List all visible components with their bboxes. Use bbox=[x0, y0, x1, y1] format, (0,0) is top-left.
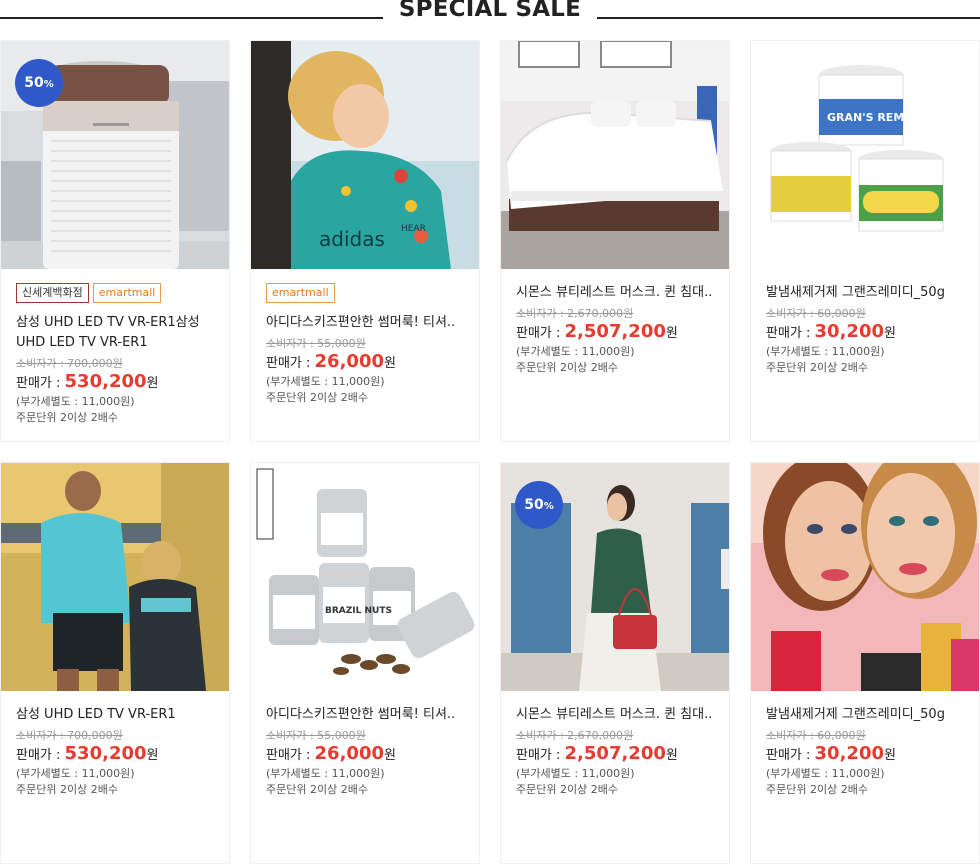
product-image[interactable] bbox=[751, 463, 979, 691]
product-image[interactable]: 50% bbox=[501, 463, 729, 691]
sale-price-row: 판매가 : 530,200원 bbox=[16, 743, 214, 767]
product-image[interactable]: 50% bbox=[1, 41, 229, 269]
vat-note: (부가세별도 : 11,000원) bbox=[516, 767, 635, 780]
sale-price-row: 판매가 : 2,507,200원 bbox=[516, 321, 714, 345]
sale-price-row: 판매가 : 30,200원 bbox=[766, 321, 964, 345]
sale-label: 판매가 : bbox=[16, 748, 65, 763]
order-unit: 주문단위 2이상 2배수 bbox=[16, 411, 118, 424]
store-tag-emartmall[interactable]: emartmall bbox=[92, 283, 162, 303]
product-card[interactable]: 50% 시몬스 뷰티레스트 머스크. 퀸 침대.. 소비자가 : 2,670,0… bbox=[501, 463, 729, 863]
product-card[interactable]: GRAN'S REMEDY 발냄새제거제 그랜즈레미디_50g 소비자가 : 6… bbox=[751, 41, 979, 441]
product-image[interactable] bbox=[1, 463, 229, 691]
currency-unit: 원 bbox=[146, 748, 159, 763]
product-image[interactable]: adidas HEAR bbox=[251, 41, 479, 269]
store-tag-shinsegae[interactable]: 신세계백화점 bbox=[16, 283, 89, 303]
shirt-brand-text: adidas bbox=[319, 227, 385, 251]
sale-label: 판매가 : bbox=[766, 326, 815, 341]
vat-note: (부가세별도 : 11,000원) bbox=[266, 767, 385, 780]
section-title: SPECIAL SALE bbox=[398, 0, 582, 22]
sale-price-row: 판매가 : 30,200원 bbox=[766, 743, 964, 767]
discount-badge: 50% bbox=[515, 481, 563, 529]
currency-unit: 원 bbox=[665, 326, 678, 341]
product-name[interactable]: 삼성 UHD LED TV VR-ER1삼성 UHD LED TV VR-ER1 bbox=[16, 313, 214, 353]
order-unit: 주문단위 2이상 2배수 bbox=[766, 361, 868, 374]
product-card[interactable]: BRAZIL NUTS 아디다스키즈편안한 썸머룩! 티셔.. 소비자가 : 5… bbox=[251, 463, 479, 863]
currency-unit: 원 bbox=[384, 748, 396, 763]
jar-label-brand: GRAN'S REMEDY bbox=[827, 111, 929, 124]
sale-price-row: 판매가 : 2,507,200원 bbox=[516, 743, 714, 767]
msrp-price: 소비자가 : 60,000원 bbox=[766, 307, 866, 320]
sale-label: 판매가 : bbox=[516, 748, 565, 763]
order-unit: 주문단위 2이상 2배수 bbox=[766, 783, 868, 796]
order-unit: 주문단위 2이상 2배수 bbox=[516, 783, 618, 796]
shirt-print-text: HEAR bbox=[401, 224, 426, 234]
sale-price: 530,200 bbox=[64, 371, 147, 392]
sale-label: 판매가 : bbox=[516, 326, 565, 341]
sale-price: 530,200 bbox=[64, 743, 147, 764]
product-card[interactable]: 50% 신세계백화점 emartmall 삼성 UHD LED TV VR-ER… bbox=[1, 41, 229, 441]
product-name[interactable]: 발냄새제거제 그랜즈레미디_50g bbox=[766, 283, 964, 303]
sale-price: 26,000 bbox=[314, 351, 384, 372]
currency-unit: 원 bbox=[146, 376, 159, 391]
sale-label: 판매가 : bbox=[266, 748, 315, 763]
sale-price-row: 판매가 : 530,200원 bbox=[16, 371, 214, 395]
header-divider-right bbox=[597, 17, 980, 19]
currency-unit: 원 bbox=[665, 748, 678, 763]
sale-label: 판매가 : bbox=[766, 748, 815, 763]
sale-label: 판매가 : bbox=[266, 356, 315, 371]
vat-note: (부가세별도 : 11,000원) bbox=[766, 767, 885, 780]
product-name[interactable]: 시몬스 뷰티레스트 머스크. 퀸 침대.. bbox=[516, 705, 714, 725]
sale-price: 30,200 bbox=[814, 321, 884, 342]
sale-price-row: 판매가 : 26,000원 bbox=[266, 351, 464, 375]
sale-price-row: 판매가 : 26,000원 bbox=[266, 743, 464, 767]
product-card[interactable]: 삼성 UHD LED TV VR-ER1 소비자가 : 700,000원 판매가… bbox=[1, 463, 229, 863]
product-name[interactable]: 아디다스키즈편안한 썸머룩! 티셔.. bbox=[266, 313, 464, 333]
order-unit: 주문단위 2이상 2배수 bbox=[16, 783, 118, 796]
sale-price: 2,507,200 bbox=[564, 321, 666, 342]
sale-label: 판매가 : bbox=[16, 376, 65, 391]
msrp-price: 소비자가 : 60,000원 bbox=[766, 729, 866, 742]
currency-unit: 원 bbox=[884, 748, 896, 763]
order-unit: 주문단위 2이상 2배수 bbox=[266, 783, 368, 796]
product-name[interactable]: 시몬스 뷰티레스트 머스크. 퀸 침대.. bbox=[516, 283, 714, 303]
product-card[interactable]: adidas HEAR emartmall 아디다스키즈편안한 썸머룩! 티셔.… bbox=[251, 41, 479, 441]
vat-note: (부가세별도 : 11,000원) bbox=[266, 375, 385, 388]
msrp-price: 소비자가 : 55,000원 bbox=[266, 729, 366, 742]
product-name[interactable]: 아디다스키즈편안한 썸머룩! 티셔.. bbox=[266, 705, 464, 725]
vat-note: (부가세별도 : 11,000원) bbox=[516, 345, 635, 358]
product-name[interactable]: 발냄새제거제 그랜즈레미디_50g bbox=[766, 705, 964, 725]
msrp-price: 소비자가 : 2,670,000원 bbox=[516, 307, 634, 320]
vat-note: (부가세별도 : 11,000원) bbox=[16, 395, 135, 408]
currency-unit: 원 bbox=[384, 356, 396, 371]
sale-price: 26,000 bbox=[314, 743, 384, 764]
store-tag-emartmall[interactable]: emartmall bbox=[266, 283, 335, 303]
header-divider-left bbox=[0, 17, 383, 19]
product-name[interactable]: 삼성 UHD LED TV VR-ER1 bbox=[16, 705, 214, 725]
nuts-label-text: BRAZIL NUTS bbox=[325, 606, 392, 616]
section-header: SPECIAL SALE bbox=[0, 0, 980, 30]
msrp-price: 소비자가 : 700,000원 bbox=[16, 357, 123, 370]
vat-note: (부가세별도 : 11,000원) bbox=[16, 767, 135, 780]
product-image[interactable]: GRAN'S REMEDY bbox=[751, 41, 979, 269]
msrp-price: 소비자가 : 2,670,000원 bbox=[516, 729, 634, 742]
msrp-price: 소비자가 : 55,000원 bbox=[266, 337, 366, 350]
product-card[interactable]: 시몬스 뷰티레스트 머스크. 퀸 침대.. 소비자가 : 2,670,000원 … bbox=[501, 41, 729, 441]
product-image[interactable]: BRAZIL NUTS bbox=[251, 463, 479, 691]
order-unit: 주문단위 2이상 2배수 bbox=[516, 361, 618, 374]
product-image[interactable] bbox=[501, 41, 729, 269]
discount-badge: 50% bbox=[15, 59, 63, 107]
product-card[interactable]: 발냄새제거제 그랜즈레미디_50g 소비자가 : 60,000원 판매가 : 3… bbox=[751, 463, 979, 863]
sale-price: 2,507,200 bbox=[564, 743, 666, 764]
order-unit: 주문단위 2이상 2배수 bbox=[266, 391, 368, 404]
vat-note: (부가세별도 : 11,000원) bbox=[766, 345, 885, 358]
tag-list: emartmall bbox=[266, 283, 464, 305]
msrp-price: 소비자가 : 700,000원 bbox=[16, 729, 123, 742]
tag-list: 신세계백화점 emartmall bbox=[16, 283, 214, 305]
currency-unit: 원 bbox=[884, 326, 896, 341]
sale-price: 30,200 bbox=[814, 743, 884, 764]
